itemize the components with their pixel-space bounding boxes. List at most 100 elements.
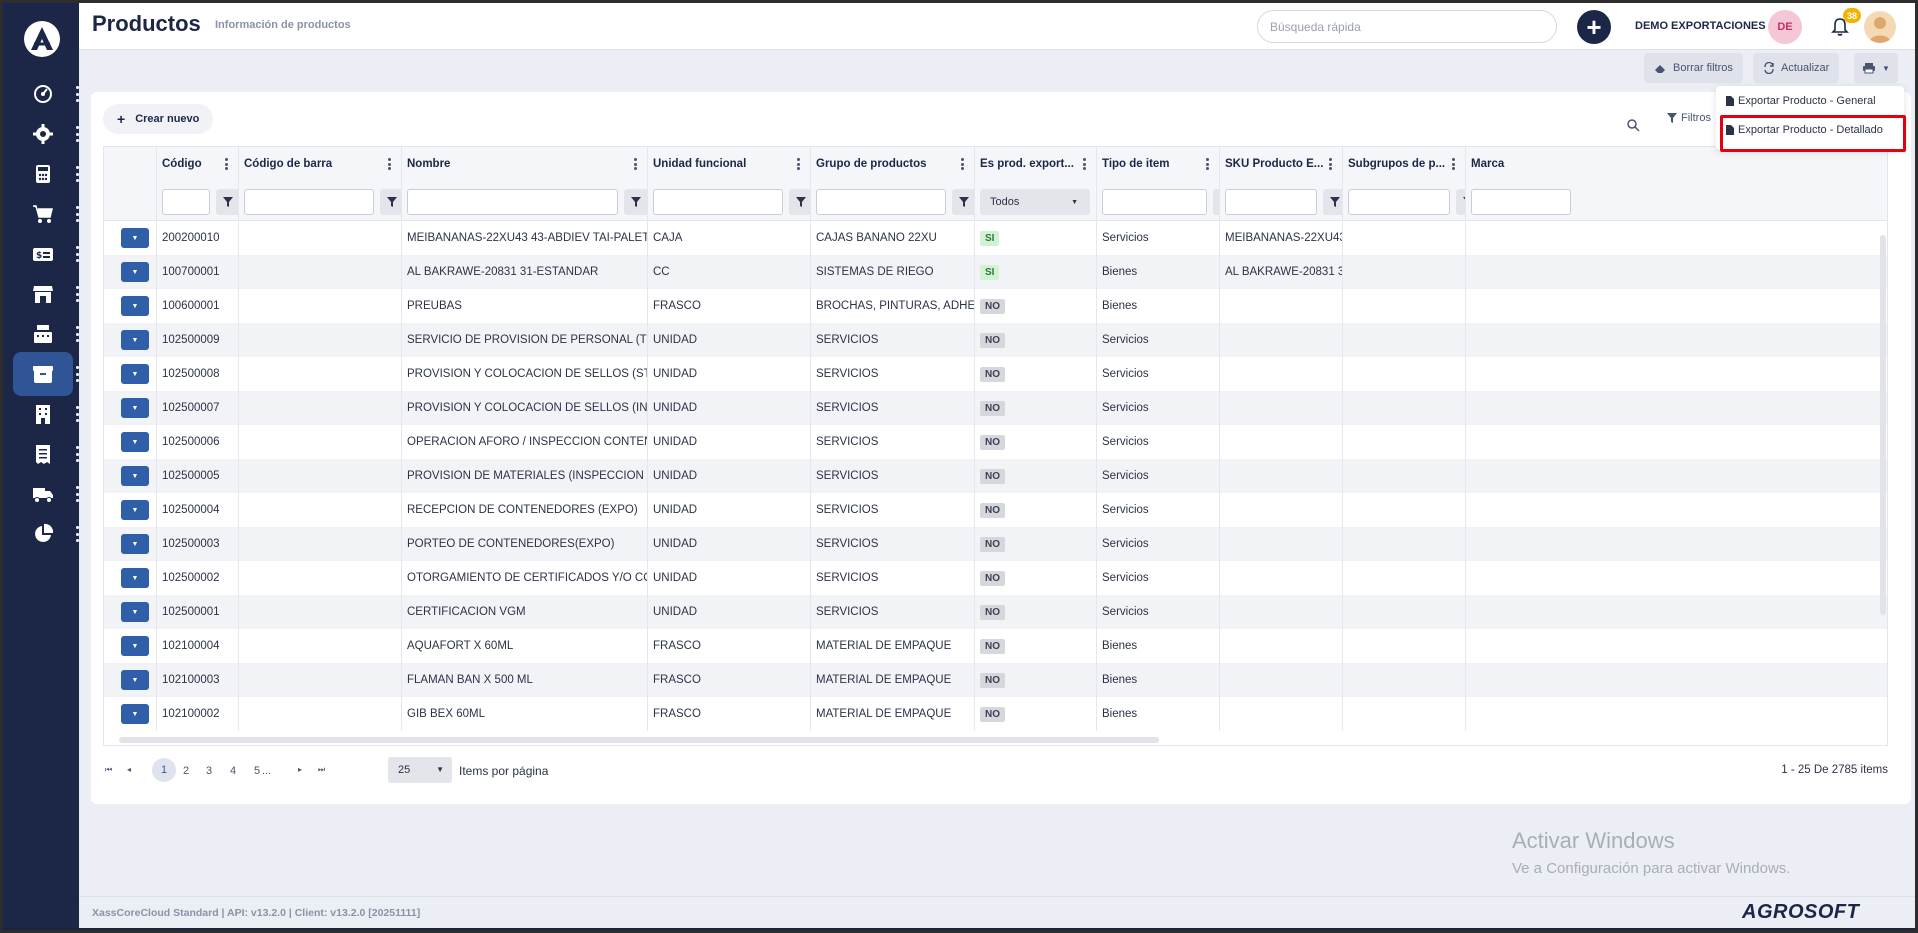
- column-header[interactable]: Unidad funcional: [648, 147, 811, 181]
- row-actions-button[interactable]: ▼: [121, 262, 149, 282]
- column-header[interactable]: Subgrupos de p...: [1343, 147, 1466, 181]
- column-header[interactable]: Tipo de item: [1097, 147, 1220, 181]
- filter-button[interactable]: [1323, 189, 1342, 215]
- filter-input[interactable]: [244, 189, 374, 215]
- column-header[interactable]: Nombre: [402, 147, 648, 181]
- table-row[interactable]: ▼ 102100004 AQUAFORT X 60ML FRASCO MATERIAL …: [104, 629, 1887, 663]
- table-row[interactable]: ▼ 102500004 RECEPCION DE CONTENEDORES (EXP…: [104, 493, 1887, 527]
- sidebar-item-store[interactable]: [13, 272, 79, 316]
- sidebar-item-cart[interactable]: [13, 192, 79, 236]
- column-menu-icon[interactable]: [1083, 158, 1086, 170]
- filter-button[interactable]: [380, 189, 401, 215]
- sidebar-item-receipt[interactable]: [13, 432, 79, 476]
- page-number[interactable]: 2: [183, 765, 189, 777]
- column-menu-icon[interactable]: [1329, 158, 1332, 170]
- filter-button[interactable]: [1456, 189, 1465, 215]
- row-actions-button[interactable]: ▼: [121, 330, 149, 350]
- row-actions-button[interactable]: ▼: [121, 636, 149, 656]
- filter-button[interactable]: [1213, 189, 1219, 215]
- column-menu-icon[interactable]: [1452, 158, 1455, 170]
- row-actions-button[interactable]: ▼: [121, 398, 149, 418]
- filter-button[interactable]: [952, 189, 974, 215]
- clear-filters-button[interactable]: Borrar filtros: [1644, 53, 1743, 83]
- page-number[interactable]: 5: [254, 765, 260, 777]
- row-actions-button[interactable]: ▼: [121, 704, 149, 724]
- search-icon[interactable]: [1626, 118, 1640, 132]
- table-row[interactable]: ▼ 102500007 PROVISION Y COLOCACION DE SELL…: [104, 391, 1887, 425]
- row-actions-button[interactable]: ▼: [121, 296, 149, 316]
- last-page-icon[interactable]: ⏭: [318, 765, 325, 775]
- row-actions-button[interactable]: ▼: [121, 228, 149, 248]
- column-header[interactable]: Código: [157, 147, 239, 181]
- filter-input[interactable]: [1348, 189, 1450, 215]
- column-header[interactable]: Marca: [1466, 147, 1887, 181]
- table-row[interactable]: ▼ 102100003 FLAMAN BAN X 500 ML FRASCO MATER…: [104, 663, 1887, 697]
- filter-input[interactable]: [816, 189, 946, 215]
- filter-button[interactable]: [216, 189, 238, 215]
- company-name[interactable]: DEMO EXPORTACIONES 1: [1635, 20, 1775, 32]
- refresh-button[interactable]: Actualizar: [1753, 53, 1840, 83]
- add-button[interactable]: +: [1577, 10, 1611, 44]
- page-size-select[interactable]: 25 ▼: [388, 757, 452, 783]
- first-page-icon[interactable]: ⏮: [105, 765, 112, 775]
- table-row[interactable]: ▼ 102500003 PORTEO DE CONTENEDORES(EXPO) UN…: [104, 527, 1887, 561]
- column-menu-icon[interactable]: [961, 158, 964, 170]
- table-row[interactable]: ▼ 102500002 OTORGAMIENTO DE CERTIFICADOS Y…: [104, 561, 1887, 595]
- user-avatar[interactable]: [1864, 11, 1896, 43]
- column-header[interactable]: SKU Producto E...: [1220, 147, 1343, 181]
- next-page-icon[interactable]: ▸: [298, 765, 302, 774]
- company-badge[interactable]: DE: [1768, 10, 1802, 44]
- row-actions-button[interactable]: ▼: [121, 432, 149, 452]
- sidebar-item-products[interactable]: [13, 352, 79, 396]
- sidebar-item-pie-chart[interactable]: [13, 512, 79, 556]
- row-actions-button[interactable]: ▼: [121, 364, 149, 384]
- row-actions-button[interactable]: ▼: [121, 466, 149, 486]
- export-filter-select[interactable]: Todos ▼: [980, 189, 1090, 215]
- row-actions-button[interactable]: ▼: [121, 670, 149, 690]
- sidebar-item-dashboard[interactable]: [13, 72, 79, 116]
- table-row[interactable]: ▼ 100700001 AL BAKRAWE-20831 31-ESTANDAR CC…: [104, 255, 1887, 289]
- table-row[interactable]: ▼ 102500006 OPERACION AFORO / INSPECCION C…: [104, 425, 1887, 459]
- filter-input[interactable]: [1102, 189, 1207, 215]
- column-header[interactable]: Código de barra: [239, 147, 402, 181]
- sidebar-item-truck[interactable]: [13, 472, 79, 516]
- filters-toggle[interactable]: Filtros: [1667, 112, 1711, 124]
- sidebar-item-cash-register[interactable]: [13, 312, 79, 356]
- page-number[interactable]: 1: [152, 758, 176, 782]
- table-row[interactable]: ▼ 100600001 PREUBAS FRASCO BROCHAS, PINTURAS…: [104, 289, 1887, 323]
- filter-button[interactable]: [789, 189, 810, 215]
- app-logo-icon[interactable]: [23, 20, 61, 58]
- quick-search-input[interactable]: Búsqueda rápida: [1257, 10, 1557, 43]
- filter-input[interactable]: [162, 189, 210, 215]
- page-number[interactable]: 4: [230, 765, 236, 777]
- filter-input[interactable]: [1225, 189, 1317, 215]
- table-row[interactable]: ▼ 102500001 CERTIFICACION VGM UNIDAD SERVICI…: [104, 595, 1887, 629]
- sidebar-item-money[interactable]: $: [13, 232, 79, 276]
- sidebar-item-settings[interactable]: [13, 112, 79, 156]
- page-number[interactable]: 3: [206, 765, 212, 777]
- row-actions-button[interactable]: ▼: [121, 602, 149, 622]
- page-number[interactable]: ...: [262, 765, 271, 777]
- filter-button[interactable]: [624, 189, 647, 215]
- row-actions-button[interactable]: ▼: [121, 568, 149, 588]
- export-general-item[interactable]: Exportar Producto - General: [1726, 95, 1876, 107]
- create-new-button[interactable]: + Crear nuevo: [103, 104, 214, 134]
- column-header[interactable]: Grupo de productos: [811, 147, 975, 181]
- prev-page-icon[interactable]: ◂: [127, 765, 131, 774]
- column-header[interactable]: Es prod. export...: [975, 147, 1097, 181]
- column-menu-icon[interactable]: [388, 158, 391, 170]
- filter-input[interactable]: [1471, 189, 1571, 215]
- table-row[interactable]: ▼ 102500009 SERVICIO DE PROVISION DE PERSO…: [104, 323, 1887, 357]
- sidebar-item-building[interactable]: [13, 392, 79, 436]
- table-row[interactable]: ▼ 102500008 PROVISION Y COLOCACION DE SELL…: [104, 357, 1887, 391]
- vertical-scrollbar[interactable]: [1880, 235, 1886, 615]
- table-row[interactable]: ▼ 102100002 GIB BEX 60ML FRASCO MATERIAL DE …: [104, 697, 1887, 731]
- column-menu-icon[interactable]: [797, 158, 800, 170]
- filter-input[interactable]: [407, 189, 618, 215]
- row-actions-button[interactable]: ▼: [121, 534, 149, 554]
- horizontal-scrollbar[interactable]: [119, 737, 1159, 743]
- table-row[interactable]: ▼ 102500005 PROVISION DE MATERIALES (INSPE…: [104, 459, 1887, 493]
- sidebar-item-calculator[interactable]: [13, 152, 79, 196]
- filter-input[interactable]: [653, 189, 783, 215]
- column-menu-icon[interactable]: [634, 158, 637, 170]
